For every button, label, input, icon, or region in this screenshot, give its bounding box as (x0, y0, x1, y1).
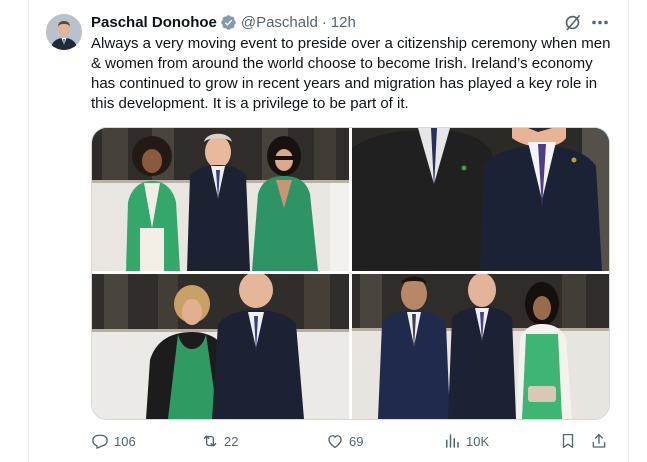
repost-icon (203, 435, 217, 447)
timestamp[interactable]: 12h (331, 14, 356, 31)
share-button[interactable] (590, 428, 608, 454)
timeline-border-left (28, 0, 29, 462)
like-button[interactable]: 69 (326, 428, 363, 454)
tweet-actions: 106 22 69 10K (91, 428, 611, 454)
timeline-border-right (628, 0, 629, 462)
media-grid (91, 127, 610, 420)
author-avatar[interactable] (46, 14, 82, 50)
photo-2[interactable] (352, 128, 609, 271)
repost-button[interactable]: 22 (201, 428, 238, 454)
grok-icon[interactable] (563, 13, 582, 32)
verified-badge-icon[interactable] (220, 14, 237, 31)
photo-1[interactable] (92, 128, 349, 271)
reply-count: 106 (114, 433, 136, 449)
reply-icon (92, 434, 108, 449)
author-handle[interactable]: @Paschald (241, 14, 318, 31)
share-icon (592, 433, 606, 448)
bookmark-icon (562, 433, 574, 449)
bookmark-button[interactable] (559, 428, 577, 454)
photo-4[interactable] (352, 274, 609, 419)
repost-count: 22 (224, 433, 239, 449)
photo-3[interactable] (92, 274, 349, 419)
like-count: 69 (349, 433, 364, 449)
views-button[interactable]: 10K (443, 428, 489, 454)
tweet-header: Paschal Donohoe @Paschald · 12h (91, 12, 356, 32)
views-icon (446, 434, 459, 448)
reply-button[interactable]: 106 (91, 428, 136, 454)
heart-icon (328, 435, 342, 449)
tweet-text: Always a very moving event to preside ov… (91, 35, 611, 112)
views-count: 10K (466, 433, 490, 449)
more-icon[interactable] (590, 13, 610, 32)
author-name[interactable]: Paschal Donohoe (91, 14, 217, 31)
separator-dot: · (321, 13, 327, 31)
